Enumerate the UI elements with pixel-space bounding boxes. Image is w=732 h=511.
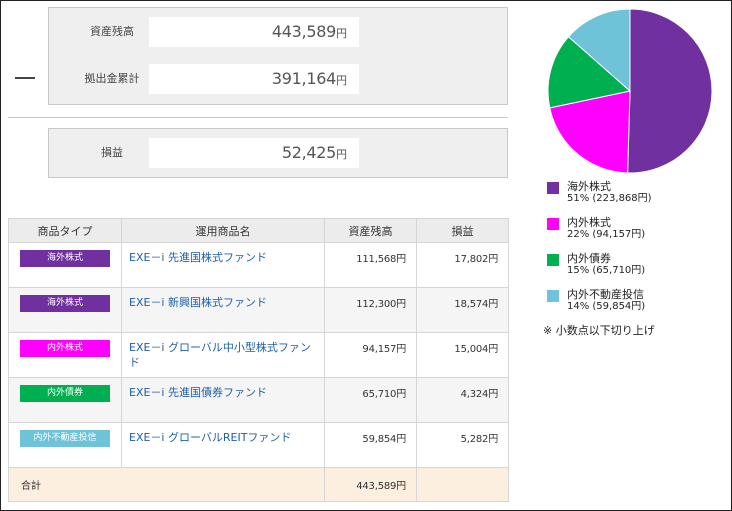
asset-balance-yen: 円 <box>336 27 347 40</box>
table-row: 内外不動産投信 EXE－i グローバルREITファンド 59,854円 5,28… <box>8 422 509 468</box>
total-profit-loss-cell <box>416 467 509 502</box>
fund-cell: EXE－i 先進国債券ファンド <box>121 377 325 423</box>
legend-detail: 14% (59,854円) <box>567 301 646 312</box>
type-badge: 内外債券 <box>20 385 110 402</box>
contribution-row: 拠出金累計 391,164円 <box>49 64 507 94</box>
holdings-table: 商品タイプ 運用商品名 資産残高 損益 海外株式 EXE－i 先進国株式ファンド… <box>8 218 509 502</box>
type-badge: 海外株式 <box>20 250 110 267</box>
contribution-value-box: 391,164円 <box>149 64 359 94</box>
total-balance: 443,589円 <box>324 467 417 502</box>
contribution-label: 拠出金累計 <box>84 72 140 85</box>
profit-loss-cell: 18,574円 <box>416 287 509 333</box>
fund-link[interactable]: EXE－i グローバル中小型株式ファンド <box>122 340 324 370</box>
balance-cell: 112,300円 <box>324 287 417 333</box>
fund-cell: EXE－i 先進国株式ファンド <box>121 242 325 288</box>
fund-link[interactable]: EXE－i 新興国株式ファンド <box>122 295 324 310</box>
legend-item: 海外株式 51% (223,868円) <box>547 180 727 216</box>
type-badge: 海外株式 <box>20 295 110 312</box>
type-cell: 内外債券 <box>8 377 122 423</box>
profit-loss-value-box: 52,425円 <box>149 138 359 168</box>
profit-loss-cell: 15,004円 <box>416 332 509 378</box>
balance-cell: 94,157円 <box>324 332 417 378</box>
asset-summary-box: 資産残高 443,589円 拠出金累計 391,164円 <box>48 7 508 105</box>
asset-balance-label: 資産残高 <box>90 25 134 38</box>
asset-balance-value: 443,589 <box>271 22 336 41</box>
legend-swatch <box>547 254 559 266</box>
asset-balance-row: 資産残高 443,589円 <box>49 17 507 47</box>
legend-swatch <box>547 290 559 302</box>
table-row: 内外債券 EXE－i 先進国債券ファンド 65,710円 4,324円 <box>8 377 509 423</box>
profit-loss-cell: 5,282円 <box>416 422 509 468</box>
asset-balance-value-box: 443,589円 <box>149 17 359 47</box>
legend-item: 内外債券 15% (65,710円) <box>547 252 727 288</box>
fund-link[interactable]: EXE－i 先進国債券ファンド <box>122 385 324 400</box>
profit-loss-cell: 4,324円 <box>416 377 509 423</box>
profit-loss-value: 52,425 <box>281 143 336 162</box>
legend-name: 内外株式 <box>567 216 611 229</box>
legend-swatch <box>547 182 559 194</box>
balance-cell: 111,568円 <box>324 242 417 288</box>
fund-link[interactable]: EXE－i グローバルREITファンド <box>122 430 324 445</box>
balance-cell: 65,710円 <box>324 377 417 423</box>
type-cell: 海外株式 <box>8 242 122 288</box>
profit-loss-row: 損益 52,425円 <box>49 138 507 168</box>
header-fund-name: 運用商品名 <box>121 218 325 243</box>
header-product-type: 商品タイプ <box>8 218 122 243</box>
type-cell: 内外株式 <box>8 332 122 378</box>
fund-cell: EXE－i グローバル中小型株式ファンド <box>121 332 325 378</box>
header-balance: 資産残高 <box>324 218 417 243</box>
header-profit-loss: 損益 <box>416 218 509 243</box>
pie-legend: 海外株式 51% (223,868円) 内外株式 22% (94,157円) 内… <box>547 180 727 324</box>
total-label: 合計 <box>8 467 325 502</box>
legend-name: 内外不動産投信 <box>567 288 644 301</box>
type-badge: 内外株式 <box>20 340 110 357</box>
minus-sign-icon <box>15 77 35 79</box>
profit-loss-box: 損益 52,425円 <box>48 128 508 178</box>
table-row: 海外株式 EXE－i 新興国株式ファンド 112,300円 18,574円 <box>8 287 509 333</box>
type-cell: 内外不動産投信 <box>8 422 122 468</box>
fund-cell: EXE－i 新興国株式ファンド <box>121 287 325 333</box>
table-row: 海外株式 EXE－i 先進国株式ファンド 111,568円 17,802円 <box>8 242 509 288</box>
fund-link[interactable]: EXE－i 先進国株式ファンド <box>122 250 324 265</box>
table-row: 内外株式 EXE－i グローバル中小型株式ファンド 94,157円 15,004… <box>8 332 509 378</box>
allocation-pie-chart <box>547 8 713 174</box>
balance-cell: 59,854円 <box>324 422 417 468</box>
fund-cell: EXE－i グローバルREITファンド <box>121 422 325 468</box>
legend-detail: 51% (223,868円) <box>567 193 652 204</box>
legend-item: 内外不動産投信 14% (59,854円) <box>547 288 727 324</box>
legend-detail: 15% (65,710円) <box>567 265 646 276</box>
profit-loss-label: 損益 <box>101 146 123 159</box>
legend-name: 内外債券 <box>567 252 611 265</box>
contribution-value: 391,164 <box>271 69 336 88</box>
total-row: 合計 443,589円 <box>8 467 509 502</box>
legend-item: 内外株式 22% (94,157円) <box>547 216 727 252</box>
legend-detail: 22% (94,157円) <box>567 229 646 240</box>
type-badge: 内外不動産投信 <box>20 430 110 447</box>
profit-loss-yen: 円 <box>336 148 347 161</box>
profit-loss-cell: 17,802円 <box>416 242 509 288</box>
legend-swatch <box>547 218 559 230</box>
legend-name: 海外株式 <box>567 180 611 193</box>
table-header-row: 商品タイプ 運用商品名 資産残高 損益 <box>8 218 509 243</box>
divider-line <box>8 117 508 118</box>
rounding-note: ※ 小数点以下切り上げ <box>543 324 655 337</box>
contribution-yen: 円 <box>336 74 347 87</box>
pie-slice <box>627 8 713 174</box>
type-cell: 海外株式 <box>8 287 122 333</box>
